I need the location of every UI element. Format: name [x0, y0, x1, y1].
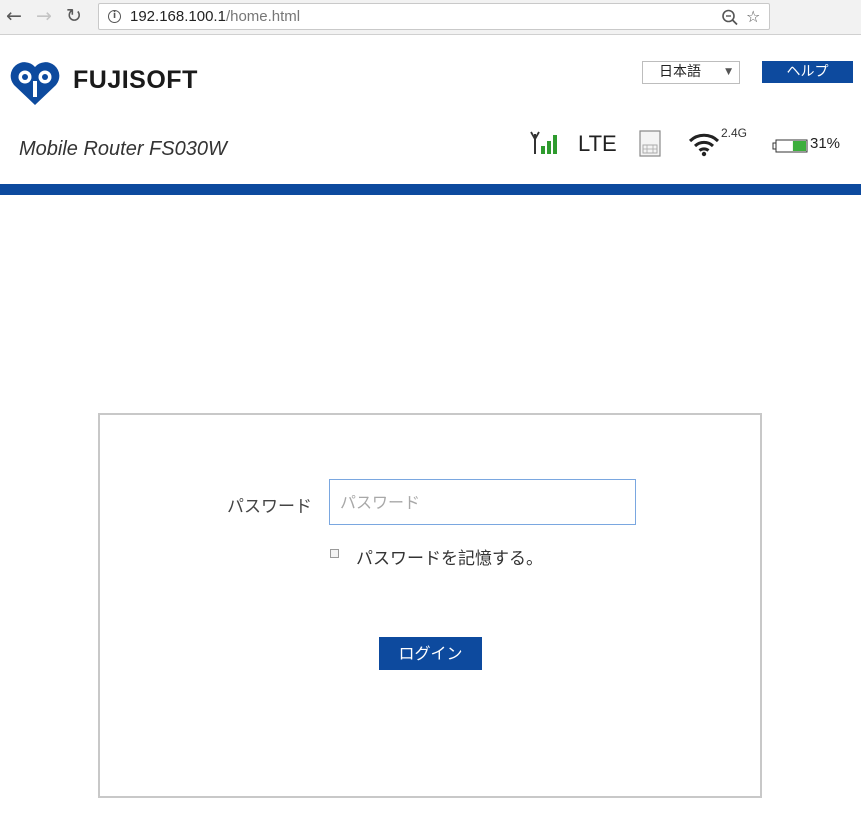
network-type: LTE — [578, 131, 617, 156]
browser-toolbar: ← → ↻ i 192.168.100.1/home.html ☆ — [0, 0, 861, 35]
wifi-band: 2.4G — [721, 126, 748, 140]
address-bar[interactable]: i 192.168.100.1/home.html ☆ — [98, 3, 770, 30]
forward-button[interactable]: → — [32, 3, 56, 29]
url-path: /home.html — [225, 8, 301, 25]
chevron-down-icon: ▼ — [725, 67, 732, 77]
header-divider — [0, 184, 861, 195]
help-button[interactable]: ヘルプ — [762, 61, 853, 83]
language-select[interactable]: 日本語 ▼ — [642, 61, 740, 84]
url-host: 192.168.100.1 — [130, 8, 226, 25]
signal-strength-icon — [530, 131, 557, 154]
language-selected: 日本語 — [659, 64, 701, 80]
fujisoft-logo-icon — [10, 62, 60, 105]
brand-name: FUJISOFT — [73, 66, 198, 94]
arrow-right-icon: → — [36, 5, 52, 27]
url-text[interactable]: 192.168.100.1/home.html — [130, 8, 300, 26]
battery-icon — [772, 139, 808, 153]
reload-button[interactable]: ↻ — [62, 3, 86, 29]
wifi-icon — [688, 133, 720, 157]
sim-card-icon — [639, 130, 661, 157]
login-panel: パスワード パスワードを記憶する。 ログイン — [98, 413, 762, 798]
reload-icon: ↻ — [66, 5, 82, 27]
password-label: パスワード — [227, 497, 312, 517]
remember-password-label[interactable]: パスワードを記憶する。 — [356, 544, 543, 569]
arrow-left-icon: ← — [6, 5, 22, 27]
star-icon[interactable]: ☆ — [746, 6, 760, 28]
password-input[interactable] — [329, 479, 636, 525]
remember-password-checkbox[interactable] — [330, 549, 339, 558]
model-name: Mobile Router FS030W — [19, 138, 227, 160]
battery-percent: 31% — [810, 135, 841, 152]
info-icon[interactable]: i — [108, 10, 121, 23]
back-button[interactable]: ← — [2, 3, 26, 29]
login-button[interactable]: ログイン — [379, 637, 482, 670]
zoom-icon[interactable] — [721, 6, 739, 34]
